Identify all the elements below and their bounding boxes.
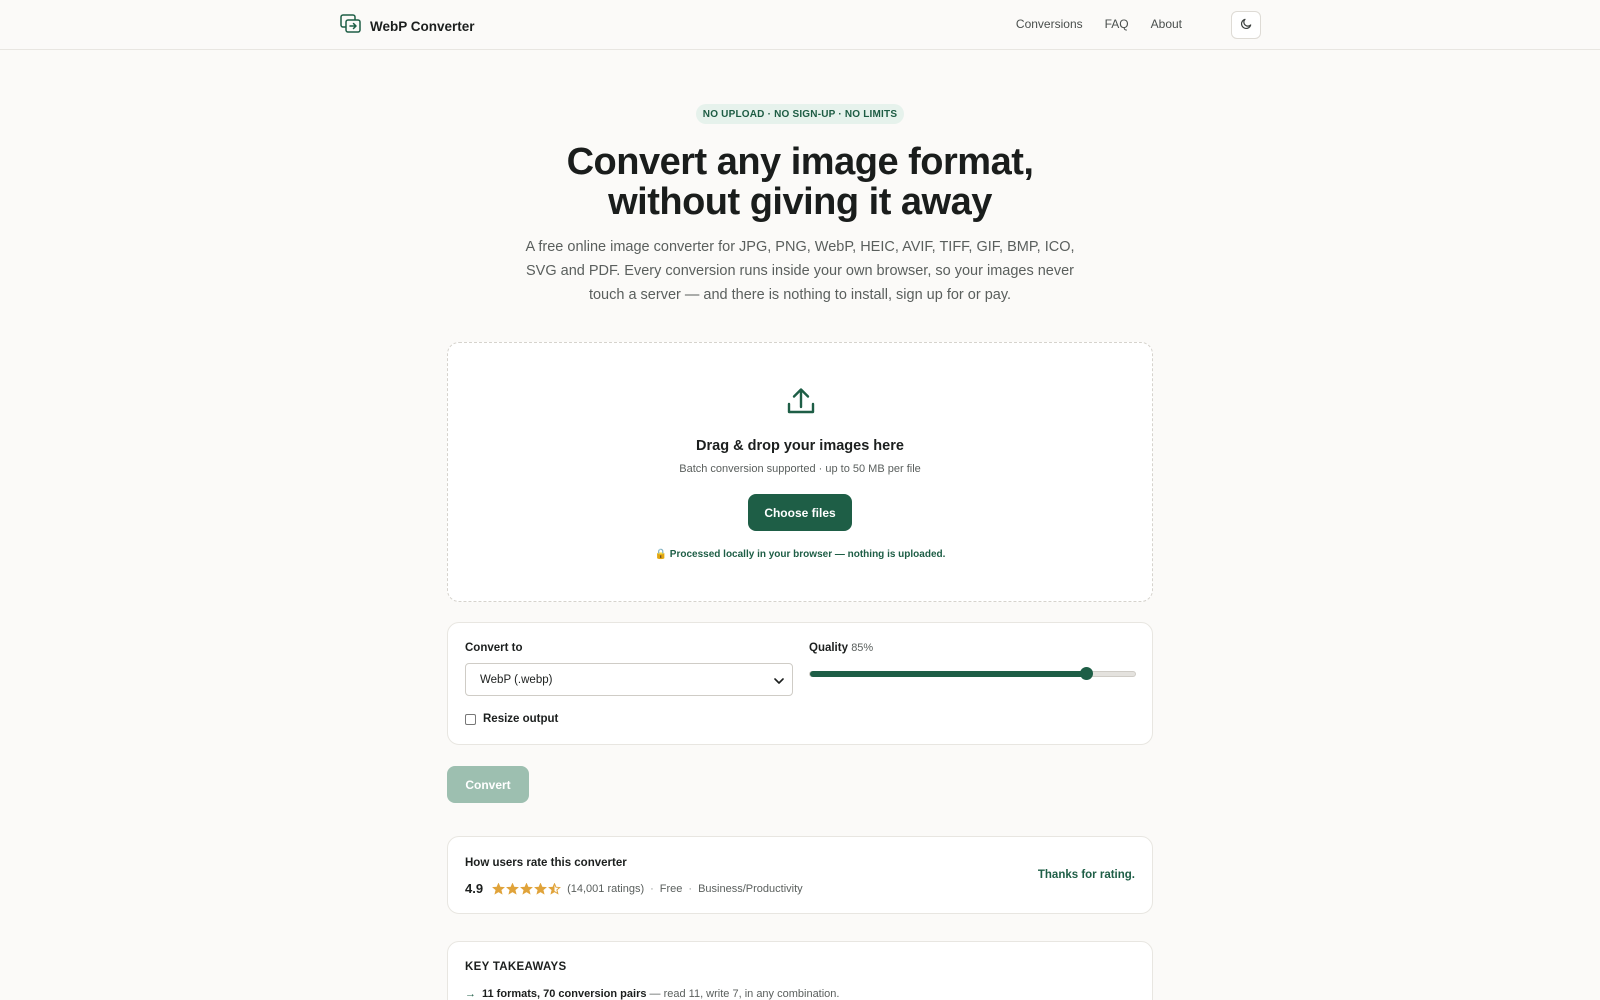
quality-value: 85% <box>851 642 874 654</box>
resize-checkbox[interactable] <box>465 713 476 725</box>
price-label: Free <box>659 882 683 895</box>
title-line-2: without giving it away <box>608 181 992 223</box>
converter-logo-icon <box>340 14 362 39</box>
star-icon[interactable] <box>520 882 534 895</box>
resize-label: Resize output <box>483 713 559 725</box>
chevron-down-icon <box>774 676 784 688</box>
theme-toggle-button[interactable] <box>1231 11 1261 39</box>
privacy-note: 🔒 Processed locally in your browser — no… <box>448 549 1152 560</box>
star-icon[interactable] <box>492 882 506 895</box>
privacy-note-text: Processed locally in your browser — noth… <box>669 549 946 560</box>
title-line-1: Convert any image format, <box>566 141 1034 183</box>
category-label: Business/Productivity <box>698 882 803 895</box>
lock-icon: 🔒 <box>654 549 668 560</box>
resize-option[interactable]: Resize output <box>465 713 558 725</box>
star-rating[interactable] <box>492 882 562 895</box>
dropzone-title: Drag & drop your images here <box>696 438 904 454</box>
file-dropzone[interactable]: Drag & drop your images here Batch conve… <box>447 342 1153 602</box>
privacy-badge: NO UPLOAD · NO SIGN-UP · NO LIMITS <box>696 104 904 124</box>
convert-to-label: Convert to <box>465 642 523 654</box>
takeaway-strong: 11 formats, 70 conversion pairs <box>482 988 647 1000</box>
nav-faq[interactable]: FAQ <box>1105 17 1129 31</box>
takeaway-text: — read 11, write 7, in any combination. <box>646 988 840 1000</box>
arrow-right-icon: → <box>465 988 476 1000</box>
choose-files-button[interactable]: Choose files <box>748 494 852 531</box>
separator: · <box>688 882 693 895</box>
rating-thanks: Thanks for rating. <box>1037 869 1135 881</box>
hero-subtitle: A free online image converter for JPG, P… <box>525 239 1075 303</box>
rating-summary: 4.9 (14,001 ratings) · Free · Business/P… <box>465 881 803 896</box>
separator: · <box>650 882 654 895</box>
quality-label: Quality 85% <box>809 642 873 654</box>
rating-score: 4.9 <box>465 881 484 896</box>
output-format-select[interactable]: WebP (.webp) <box>465 663 793 696</box>
quality-slider-fill <box>810 671 1087 677</box>
quality-label-text: Quality <box>809 642 848 654</box>
moon-icon <box>1240 17 1253 33</box>
conversion-options-card: Convert to WebP (.webp) Quality 85% Resi… <box>447 622 1153 745</box>
brand-name: WebP Converter <box>370 19 475 34</box>
dropzone-subtitle: Batch conversion supported · up to 50 MB… <box>679 463 921 475</box>
rating-count: (14,001 ratings) <box>567 882 645 895</box>
takeaways-title: KEY TAKEAWAYS <box>465 961 567 973</box>
upload-icon <box>785 385 817 422</box>
nav-about[interactable]: About <box>1151 17 1182 31</box>
page-title: Convert any image format, without giving… <box>400 142 1200 222</box>
rating-title: How users rate this converter <box>465 857 627 869</box>
selected-format: WebP (.webp) <box>480 673 553 686</box>
brand-logo-link[interactable]: WebP Converter <box>340 14 475 39</box>
quality-slider[interactable] <box>809 667 1136 680</box>
top-bar: WebP Converter Conversions FAQ About <box>0 0 1600 50</box>
convert-button[interactable]: Convert <box>447 766 529 803</box>
star-icon[interactable] <box>534 882 548 895</box>
main-nav: Conversions FAQ About <box>1016 17 1182 31</box>
quality-slider-thumb[interactable] <box>1080 667 1094 680</box>
star-icon[interactable] <box>506 882 520 895</box>
key-takeaways-card: KEY TAKEAWAYS → 11 formats, 70 conversion… <box>447 941 1153 1000</box>
star-icon[interactable] <box>548 882 562 895</box>
nav-conversions[interactable]: Conversions <box>1016 17 1083 31</box>
rating-card: How users rate this converter 4.9 (14,00… <box>447 836 1153 914</box>
takeaway-item: → 11 formats, 70 conversion pairs — read … <box>465 988 839 1000</box>
